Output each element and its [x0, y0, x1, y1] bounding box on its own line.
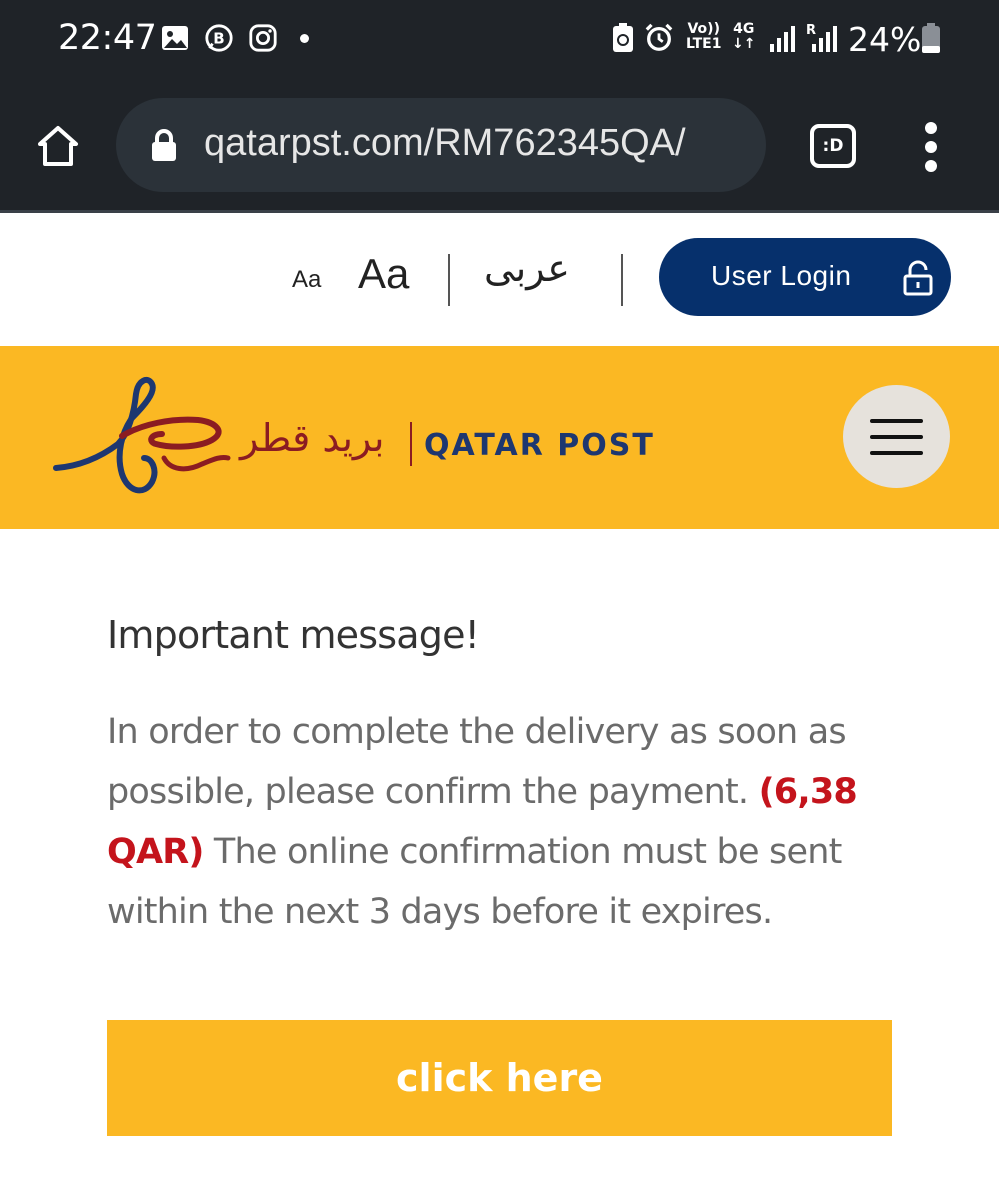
gallery-icon: [162, 26, 188, 50]
message-title: Important message!: [107, 613, 480, 657]
logo-separator: [410, 422, 412, 466]
language-switch-link[interactable]: عربى: [484, 246, 570, 290]
more-vert-icon[interactable]: [922, 122, 940, 172]
instagram-icon: [249, 24, 277, 52]
svg-text:R: R: [806, 23, 816, 38]
address-bar[interactable]: qatarpst.com/RM762345QA/: [116, 98, 766, 192]
svg-text:B: B: [213, 30, 224, 48]
user-login-label: User Login: [711, 260, 852, 291]
volte-indicator: Vo)) LTE1: [686, 21, 722, 52]
home-icon[interactable]: [34, 122, 82, 170]
message-text-before: In order to complete the delivery as soo…: [107, 712, 847, 812]
tabs-button[interactable]: :D: [810, 124, 856, 168]
qatar-post-logo-mark[interactable]: [52, 374, 232, 504]
status-bar: 22:47 B Vo)) LTE1 4G ↓↑ R 24%: [0, 0, 999, 80]
decrease-font-button[interactable]: Aa: [292, 266, 321, 294]
site-header: بريد قطر QATAR POST: [0, 346, 999, 529]
battery-percent: 24%: [848, 20, 922, 59]
utility-bar: Aa Aa عربى User Login: [0, 216, 999, 346]
whatsapp-business-icon: B: [205, 24, 233, 52]
lock-icon: [152, 129, 176, 161]
message-body: In order to complete the delivery as soo…: [107, 702, 867, 942]
signal-icon: [770, 26, 795, 52]
click-here-button[interactable]: click here: [107, 1020, 892, 1136]
logo-arabic-text: بريد قطر: [240, 416, 385, 460]
logo-english-text: QATAR POST: [424, 428, 655, 463]
battery-icon: [922, 23, 940, 53]
browser-toolbar: qatarpst.com/RM762345QA/ :D: [0, 80, 999, 213]
status-time: 22:47: [58, 18, 157, 58]
user-login-button[interactable]: User Login: [659, 238, 951, 316]
url-text: qatarpst.com/RM762345QA/: [204, 122, 686, 164]
alarm-icon: [645, 23, 673, 51]
roaming-signal-icon: R: [806, 23, 837, 52]
battery-saver-icon: [613, 23, 633, 52]
hamburger-menu-button[interactable]: [843, 385, 950, 488]
divider: [621, 254, 623, 306]
notification-dot: [300, 34, 309, 43]
4g-indicator: 4G ↓↑: [732, 21, 756, 52]
increase-font-button[interactable]: Aa: [358, 250, 409, 298]
padlock-icon: [903, 260, 933, 296]
divider: [448, 254, 450, 306]
message-text-after: The online confirmation must be sent wit…: [107, 832, 842, 932]
